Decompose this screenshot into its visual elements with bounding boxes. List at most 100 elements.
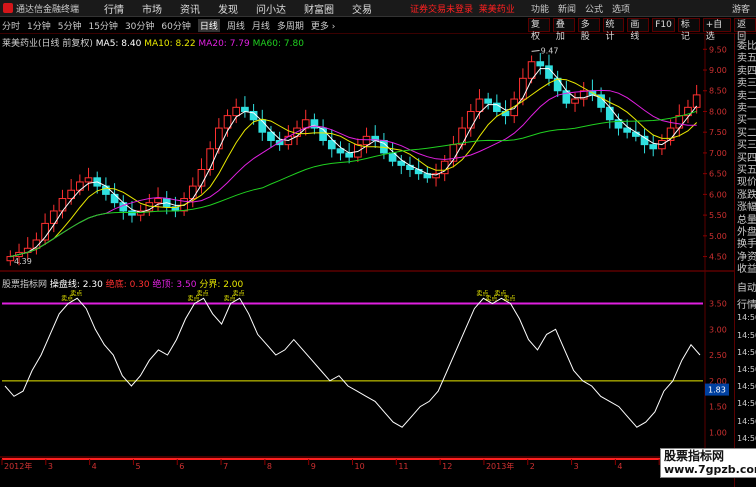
- indicator-l1: 操盘线: 2.30: [49, 280, 103, 290]
- menu-item-4[interactable]: 问小达: [256, 1, 286, 16]
- guest-label[interactable]: 游客: [732, 2, 750, 15]
- quote-field-28: 14:50: [737, 433, 756, 443]
- candle-body: [475, 98, 484, 112]
- title-bar: 通达信金融终端 行情 市场 资讯 发现 问小达 财富圈 交易 证券交易未登录 莱美药业 功能…: [0, 0, 756, 17]
- tool-button-4[interactable]: 画线: [627, 18, 650, 42]
- price-tick-label: 5.00: [709, 232, 727, 241]
- ma10-value: MA10: 8.22: [144, 39, 196, 49]
- tool-button-1[interactable]: 叠加: [552, 18, 575, 42]
- app-title: 通达信金融终端: [16, 5, 80, 15]
- watermark-line2: www.7gpzb.com: [664, 463, 756, 476]
- period-tabs: 分时 1分钟 5分钟 15分钟 30分钟 60分钟 日线 周线 月线 多周期 更多 ›: [2, 19, 335, 32]
- candle-body: [58, 198, 67, 212]
- period-tab-3[interactable]: 15分钟: [88, 19, 117, 32]
- indicator-tick-label: 3.50: [709, 299, 727, 308]
- menu-item-6[interactable]: 交易: [352, 1, 372, 16]
- date-tick-label: 11: [398, 462, 408, 471]
- indicator-legend: 股票指标网 操盘线: 2.30 绝底: 0.30 绝顶: 3.50 分界: 2.…: [2, 277, 243, 290]
- candle-body: [466, 110, 475, 129]
- quote-field-22: 14:50: [737, 330, 756, 340]
- price-tick-label: 7.00: [709, 149, 727, 158]
- tool-button-0[interactable]: 复权: [528, 18, 550, 42]
- indicator-tick-label: 1.50: [709, 403, 727, 412]
- period-tab-8[interactable]: 月线: [252, 19, 270, 32]
- ma60-line: [10, 110, 697, 258]
- tool-button-2[interactable]: 多股: [577, 18, 600, 42]
- tool-button-5[interactable]: F10: [652, 18, 675, 32]
- date-tick-label: 8: [267, 462, 272, 471]
- right-menu-item-2[interactable]: 公式: [585, 2, 603, 15]
- menu-item-0[interactable]: 行情: [104, 1, 124, 16]
- ma5-value: MA5: 8.40: [95, 39, 142, 49]
- sell-signal-label: 卖点: [197, 289, 209, 297]
- quote-field-20: 行情: [737, 300, 756, 312]
- ma10-line: [10, 78, 698, 258]
- period-tab-0[interactable]: 分时: [2, 19, 20, 32]
- candle-body: [345, 152, 353, 158]
- menu-item-1[interactable]: 市场: [142, 1, 162, 16]
- period-tab-5[interactable]: 60分钟: [161, 19, 190, 32]
- tool-button-7[interactable]: +自选: [702, 18, 732, 42]
- candle-body: [692, 94, 701, 108]
- high-price-label: 9.47: [541, 47, 559, 56]
- indicator-name: 股票指标网: [2, 280, 48, 290]
- period-tab-4[interactable]: 30分钟: [125, 19, 154, 32]
- date-tick-label: 4: [617, 462, 622, 471]
- price-tick-label: 6.50: [709, 170, 727, 179]
- date-tick-label: 4: [92, 462, 97, 471]
- tool-button-8[interactable]: 返回: [734, 18, 756, 42]
- period-tab-9[interactable]: 多周期: [277, 19, 304, 32]
- date-tick-label: 3: [574, 462, 579, 471]
- candle-body: [110, 193, 119, 204]
- ma60-value: MA60: 7.80: [252, 39, 304, 49]
- login-alert-text[interactable]: 证券交易未登录: [410, 5, 473, 15]
- candle-body: [605, 106, 614, 121]
- candle-body: [84, 177, 93, 183]
- date-tick-label: 2013年: [486, 461, 514, 471]
- right-menu: 功能 新闻 公式 选项: [531, 2, 630, 15]
- candle-body: [501, 110, 510, 117]
- right-menu-item-3[interactable]: 选项: [612, 2, 630, 15]
- low-price-label: 4.39: [14, 257, 32, 266]
- menu-item-3[interactable]: 发现: [218, 1, 238, 16]
- period-tab-6[interactable]: 日线: [197, 19, 220, 32]
- candle-body: [76, 181, 84, 191]
- candle-body: [354, 144, 362, 158]
- candle-body: [649, 144, 658, 150]
- login-alert[interactable]: 证券交易未登录 莱美药业: [410, 2, 515, 15]
- kline-chart[interactable]: 9.50 9.00 8.50 8.00 7.50 7.00 6.50 6.00 5.50 5.00…: [0, 33, 734, 487]
- quote-field-27: 14:50: [737, 416, 756, 426]
- candle-body: [206, 148, 214, 171]
- sell-signal-label: 卖点: [70, 289, 82, 297]
- candle-body: [527, 61, 536, 79]
- right-menu-item-0[interactable]: 功能: [531, 2, 549, 15]
- menu-item-2[interactable]: 资讯: [180, 1, 200, 16]
- tool-button-6[interactable]: 标记: [677, 18, 700, 42]
- price-tick-label: 4.50: [709, 253, 727, 262]
- date-tick-label: 3: [48, 462, 53, 471]
- period-toolbar: 分时 1分钟 5分钟 15分钟 30分钟 60分钟 日线 周线 月线 多周期 更多 › 复权 叠加 多股…: [0, 17, 756, 42]
- price-tick-label: 9.50: [709, 45, 727, 54]
- quote-field-23: 14:50: [737, 347, 756, 357]
- candle-body: [362, 135, 371, 146]
- right-menu-item-1[interactable]: 新闻: [558, 2, 576, 15]
- candle-body: [188, 185, 197, 200]
- period-tab-10[interactable]: 更多 ›: [311, 19, 335, 32]
- period-tab-2[interactable]: 5分钟: [58, 19, 82, 32]
- quote-field-24: 14:50: [737, 365, 756, 374]
- price-tick-label: 8.00: [709, 107, 727, 116]
- candle-body: [232, 106, 241, 117]
- date-tick-label: 6: [179, 462, 184, 471]
- watermark-line1: 股票指标网: [664, 449, 725, 463]
- period-tab-7[interactable]: 周线: [227, 19, 245, 32]
- tool-button-3[interactable]: 统计: [602, 18, 625, 42]
- candle-body: [536, 61, 545, 67]
- period-tab-1[interactable]: 1分钟: [27, 19, 51, 32]
- ma-legend: 莱美药业(日线 前复权) MA5: 8.40 MA10: 8.22 MA20: …: [2, 36, 304, 49]
- candle-body: [510, 98, 519, 117]
- menu-item-5[interactable]: 财富圈: [304, 1, 334, 16]
- quote-field-19: 自动: [737, 283, 756, 294]
- stock-name-top: 莱美药业: [478, 5, 515, 15]
- date-tick-label: 5: [135, 462, 140, 471]
- quote-field-26: 14:50: [737, 399, 756, 409]
